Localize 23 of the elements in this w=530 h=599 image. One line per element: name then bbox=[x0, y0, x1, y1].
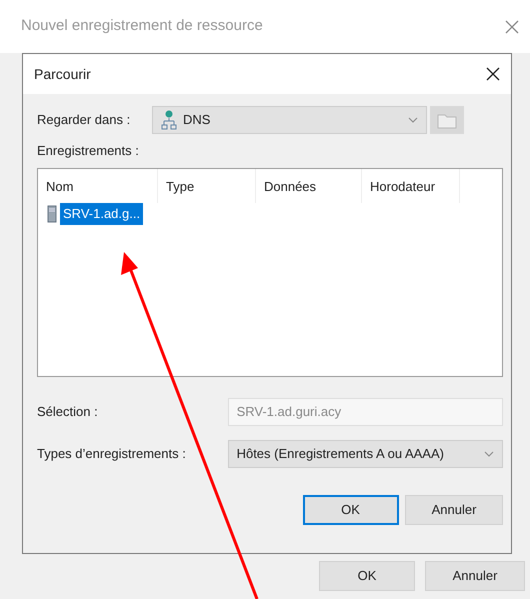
look-in-dropdown[interactable]: DNS bbox=[152, 106, 427, 134]
window-title: Nouvel enregistrement de ressource bbox=[21, 16, 263, 36]
column-header[interactable]: Type bbox=[158, 169, 256, 203]
dialog-button[interactable]: OK bbox=[302, 495, 398, 525]
window-button[interactable]: Annuler bbox=[425, 561, 525, 591]
close-button[interactable] bbox=[485, 66, 501, 82]
record-types-dropdown[interactable]: Hôtes (Enregistrements A ou AAAA) bbox=[228, 440, 503, 468]
selection-label: Sélection : bbox=[37, 403, 99, 422]
close-icon bbox=[485, 66, 501, 82]
window-button[interactable]: OK bbox=[319, 561, 415, 591]
look-in-label: Regarder dans : bbox=[37, 111, 132, 130]
column-header[interactable]: Horodateur bbox=[362, 169, 460, 203]
server-icon bbox=[47, 204, 57, 223]
record-types-label: Types d’enregistrements : bbox=[37, 445, 187, 464]
chevron-down-icon bbox=[484, 451, 494, 457]
column-header[interactable]: Données bbox=[256, 169, 362, 203]
dns-icon bbox=[161, 110, 177, 130]
chevron-down-icon bbox=[408, 117, 418, 123]
dialog-title: Parcourir bbox=[34, 64, 91, 84]
close-icon bbox=[504, 18, 520, 34]
record-item[interactable]: SRV-1.ad.g... bbox=[60, 203, 144, 224]
records-label: Enregistrements : bbox=[37, 142, 140, 160]
dialog-button[interactable]: Annuler bbox=[405, 495, 503, 525]
